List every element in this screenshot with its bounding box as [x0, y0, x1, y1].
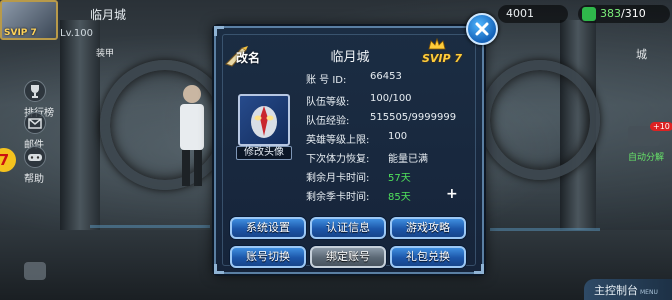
panel-corner	[214, 264, 224, 274]
info-row-stamina: 下次体力恢复: 能量已满	[306, 150, 428, 165]
ultraman-avatar-icon	[251, 106, 277, 138]
change-avatar-button[interactable]: 修改头像	[236, 146, 292, 160]
gold-counter[interactable]: 4001	[498, 5, 568, 23]
auto-decompose-label[interactable]: 自动分解	[628, 150, 664, 163]
energy-current: 383	[600, 7, 621, 20]
info-value: 85天	[388, 192, 411, 203]
info-row-hero-cap: 英雄等级上限: 100	[306, 131, 407, 146]
info-value: 66453	[370, 71, 402, 82]
rename-label: 改名	[236, 51, 261, 65]
background-pillar	[60, 20, 100, 250]
background-ring	[480, 60, 600, 180]
help-label[interactable]: 帮助	[24, 170, 44, 185]
panel-corner	[214, 26, 224, 36]
energy-counter[interactable]: 383/310	[578, 5, 670, 23]
background-light-strip	[90, 225, 210, 228]
gamepad-icon[interactable]	[24, 146, 46, 168]
info-value: 57天	[388, 173, 411, 184]
hud-vip-badge: SVIP 7	[4, 28, 37, 38]
background-light-strip	[490, 228, 600, 231]
main-console-sub: MENU	[640, 289, 658, 296]
hud-right-hint: 城	[636, 48, 647, 61]
info-row-account-id: 账 号 ID: 66453	[306, 71, 402, 86]
info-label: 队伍经验:	[306, 116, 350, 127]
info-label: 剩余季卡时间:	[306, 192, 370, 203]
game-guide-button[interactable]: 游戏攻略	[390, 217, 466, 239]
info-value: 515505/9999999	[370, 112, 457, 123]
crown-icon	[428, 38, 446, 50]
info-value: 100	[388, 131, 408, 142]
info-row-season-card: 剩余季卡时间: 85天	[306, 188, 411, 203]
energy-icon	[582, 7, 596, 21]
redeem-gift-button[interactable]: 礼包兑换	[390, 246, 466, 268]
svip-label: SVIP 7	[422, 52, 463, 65]
system-settings-button[interactable]: 系统设置	[230, 217, 306, 239]
info-row-team-level: 队伍等级: 100/100	[306, 93, 412, 108]
info-value: 100/100	[370, 93, 412, 104]
close-button[interactable]	[466, 13, 498, 45]
switch-account-button[interactable]: 账号切换	[230, 246, 306, 268]
svip-badge: SVIP 7	[422, 38, 482, 68]
hud-player-name: 临月城	[90, 8, 127, 22]
npc-figure	[180, 85, 204, 186]
close-icon	[475, 22, 489, 36]
info-label: 剩余月卡时间:	[306, 173, 370, 184]
info-row-monthly-card: 剩余月卡时间: 57天	[306, 169, 411, 184]
main-console-button[interactable]: 主控制台 MENU	[584, 279, 672, 300]
panel-corner	[474, 264, 484, 274]
verification-info-button[interactable]: 认证信息	[310, 217, 386, 239]
rename-button[interactable]: 改名	[224, 44, 284, 68]
gold-value: 4001	[506, 7, 534, 20]
info-value: 能量已满	[388, 154, 428, 165]
main-console-label: 主控制台	[594, 284, 638, 297]
info-label: 账 号 ID:	[306, 75, 347, 86]
trophy-icon[interactable]	[24, 80, 46, 102]
hud-level: Lv.100	[60, 28, 93, 39]
panel-title: 临月城	[330, 50, 370, 65]
info-label: 队伍等级:	[306, 97, 350, 108]
bind-account-button[interactable]: 绑定账号	[310, 246, 386, 268]
add-card-button[interactable]: +	[446, 186, 458, 202]
avatar[interactable]	[238, 94, 290, 146]
info-label: 下次体力恢复:	[306, 154, 370, 165]
player-portrait[interactable]: SVIP 7	[0, 0, 58, 40]
chat-icon[interactable]	[24, 262, 46, 280]
info-row-team-exp: 队伍经验: 515505/9999999	[306, 112, 456, 127]
hud-side-hint: 装甲	[96, 49, 115, 59]
info-label: 英雄等级上限:	[306, 135, 370, 146]
auto-decompose-badge: +10	[650, 122, 672, 131]
energy-max: /310	[621, 7, 646, 20]
mail-icon[interactable]	[24, 112, 46, 134]
